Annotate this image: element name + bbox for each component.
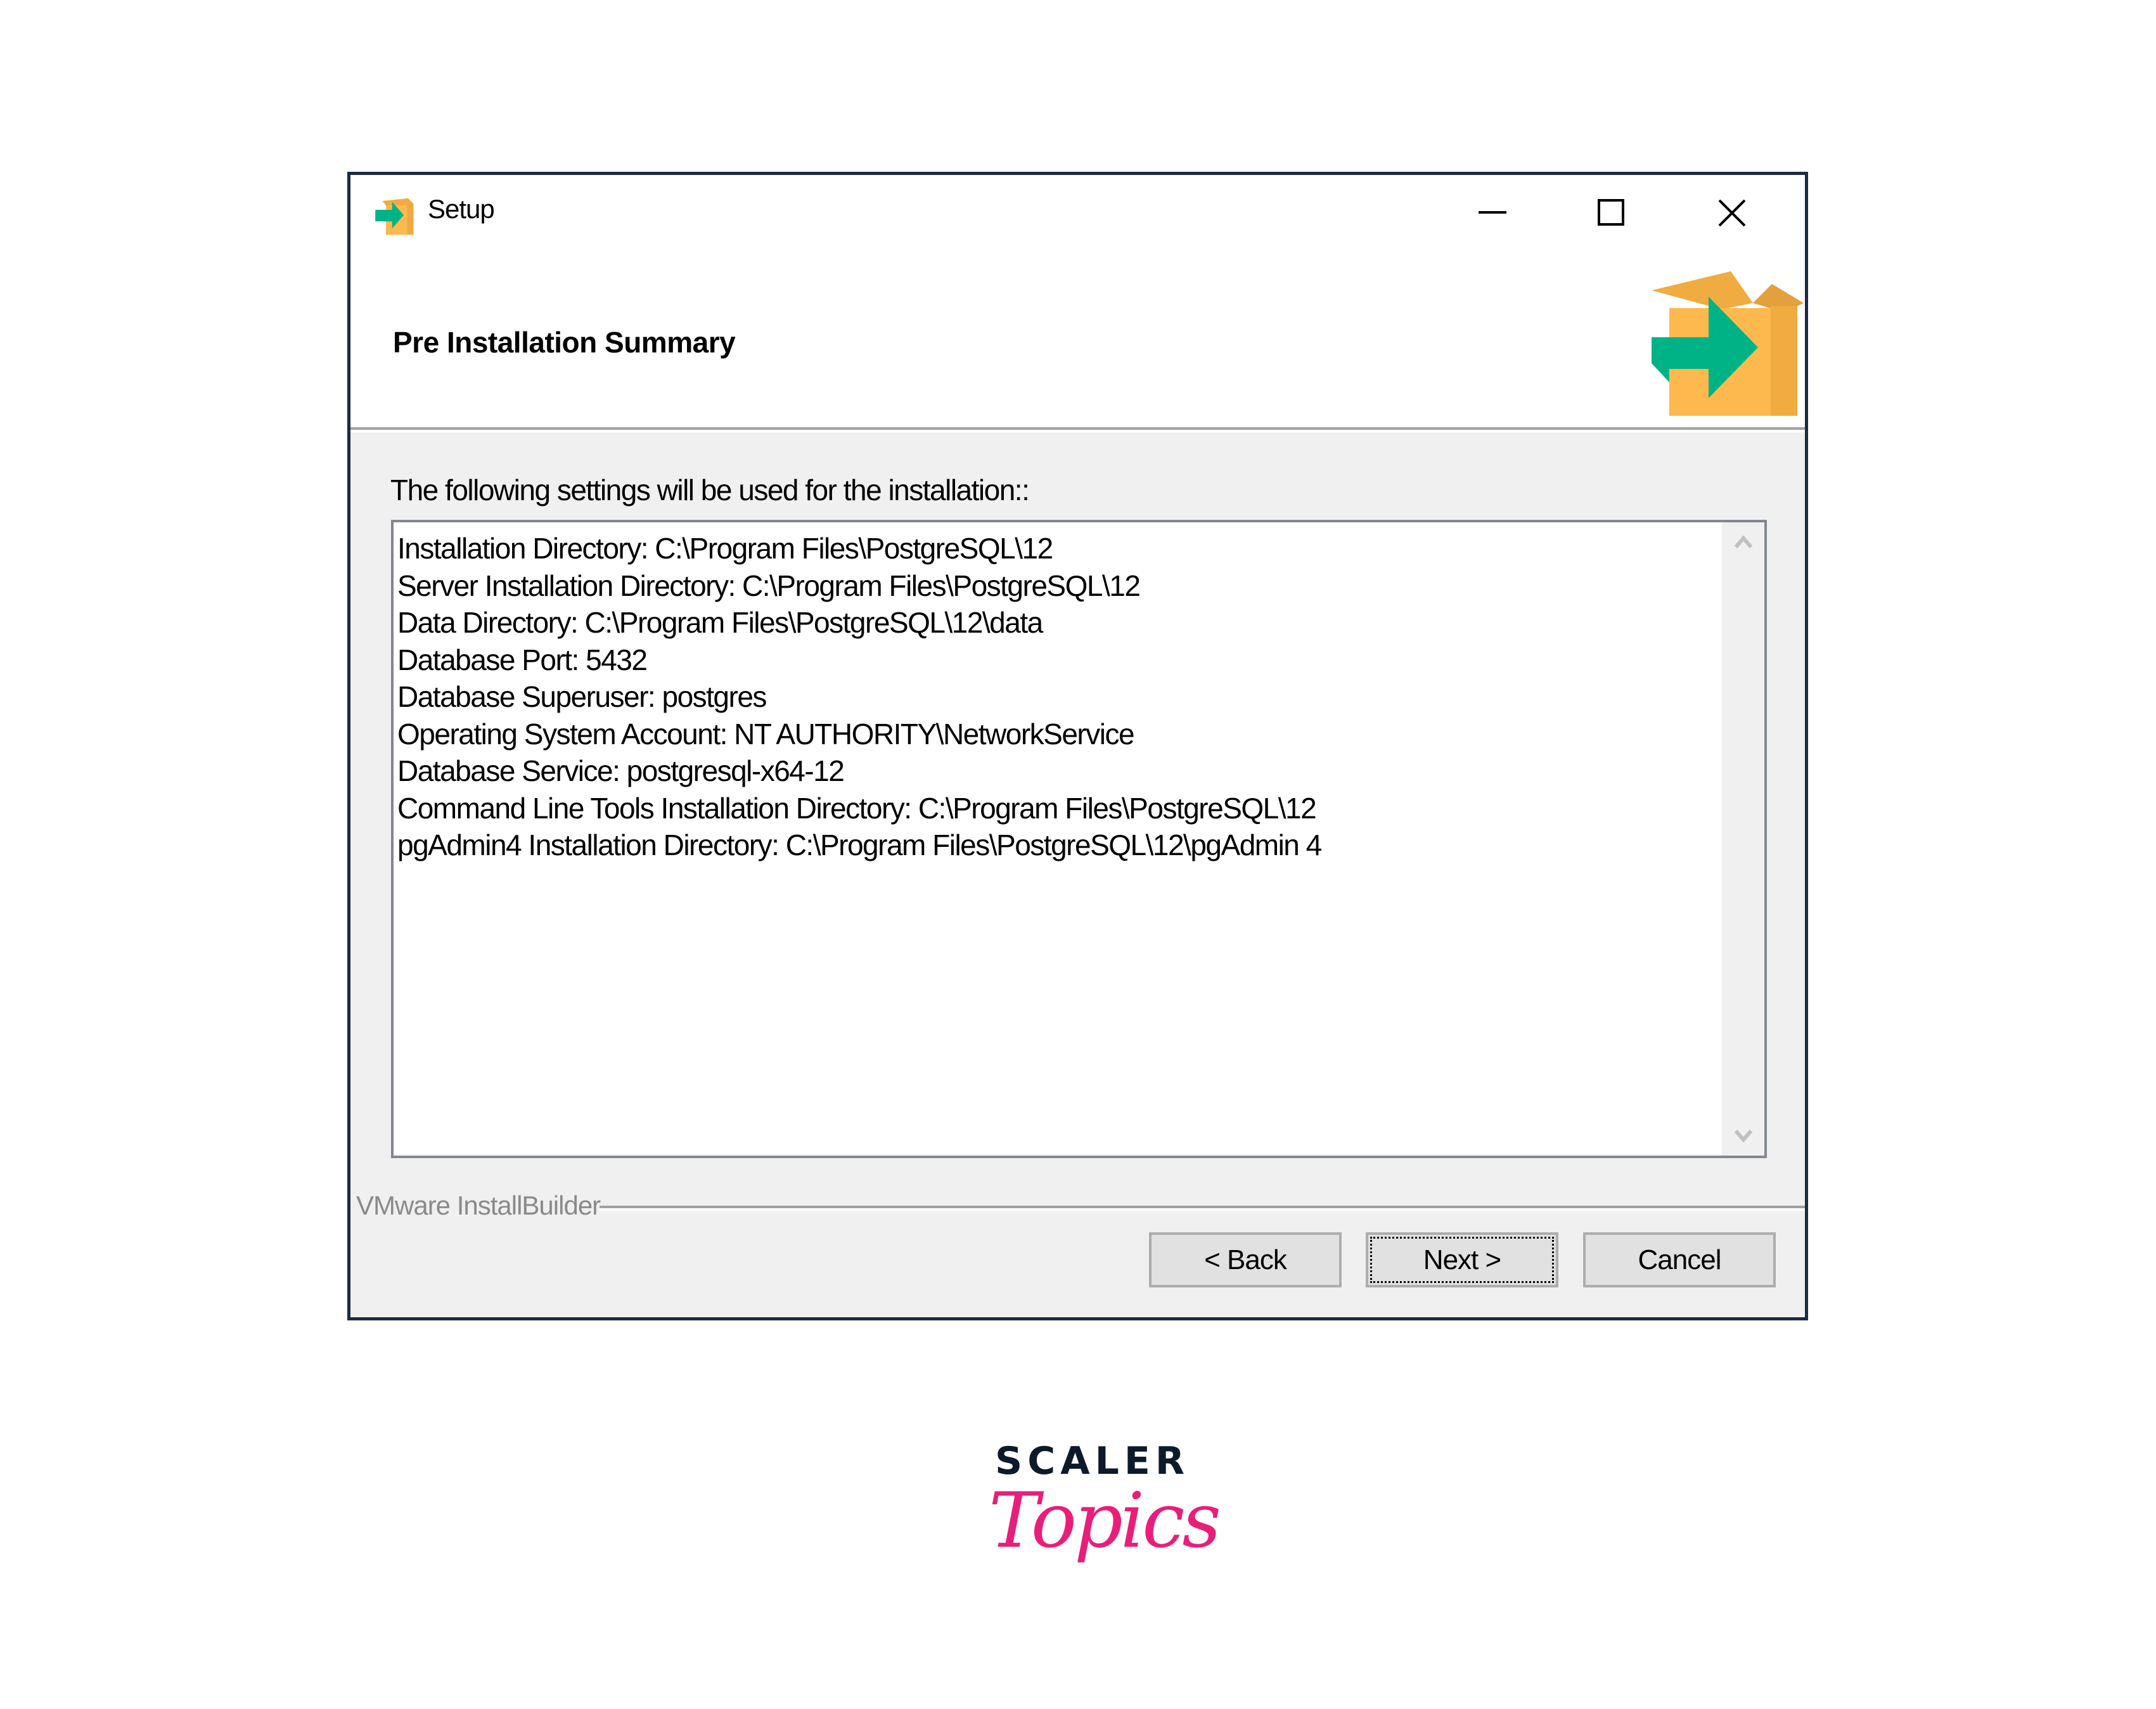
summary-textbox[interactable]: Installation Directory: C:\Program Files…: [391, 520, 1767, 1158]
installer-box-icon: [375, 198, 414, 235]
summary-line: Command Line Tools Installation Director…: [397, 791, 1317, 825]
scaler-topics-logo: SCALER Topics: [989, 1439, 1221, 1591]
summary-line: Database Superuser: postgres: [397, 680, 767, 713]
summary-line: Installation Directory: C:\Program Files…: [397, 532, 1053, 565]
summary-lines: Installation Directory: C:\Program Files…: [397, 530, 1714, 864]
footer-divider: [600, 1206, 1805, 1211]
page-header: Pre Installation Summary: [350, 235, 1805, 432]
intro-text: The following settings will be used for …: [390, 474, 1030, 506]
summary-line: Database Port: 5432: [397, 643, 648, 676]
logo-topics-text: Topics: [989, 1477, 1221, 1565]
setup-window: Setup Pre Installation Summary The follo…: [347, 172, 1808, 1320]
minimize-button[interactable]: [1464, 191, 1521, 235]
scroll-down-button[interactable]: [1722, 1118, 1764, 1156]
back-button[interactable]: < Back: [1149, 1232, 1342, 1287]
summary-line: Database Service: postgresql-x64-12: [397, 754, 845, 787]
chevron-down-icon: [1734, 1130, 1752, 1143]
installbuilder-label: VMware InstallBuilder: [356, 1190, 601, 1220]
summary-line: Data Directory: C:\Program Files\Postgre…: [397, 606, 1043, 639]
summary-line: pgAdmin4 Installation Directory: C:\Prog…: [397, 829, 1322, 861]
close-button[interactable]: [1704, 191, 1761, 235]
summary-line: Server Installation Directory: C:\Progra…: [397, 569, 1141, 602]
next-button-label: Next >: [1423, 1244, 1501, 1275]
next-button[interactable]: Next >: [1366, 1232, 1558, 1287]
chevron-up-icon: [1734, 535, 1752, 548]
close-icon: [1718, 199, 1746, 227]
maximize-button[interactable]: [1583, 191, 1640, 235]
page-heading: Pre Installation Summary: [393, 326, 736, 359]
maximize-icon: [1598, 199, 1624, 226]
scroll-up-button[interactable]: [1722, 522, 1764, 560]
title-bar[interactable]: Setup: [350, 175, 1805, 235]
vertical-scrollbar[interactable]: [1722, 522, 1764, 1156]
window-title: Setup: [428, 194, 495, 224]
installer-box-icon: [1652, 271, 1804, 416]
summary-line: Operating System Account: NT AUTHORITY\N…: [397, 717, 1135, 751]
minimize-icon: [1479, 211, 1506, 214]
cancel-button[interactable]: Cancel: [1583, 1232, 1776, 1287]
